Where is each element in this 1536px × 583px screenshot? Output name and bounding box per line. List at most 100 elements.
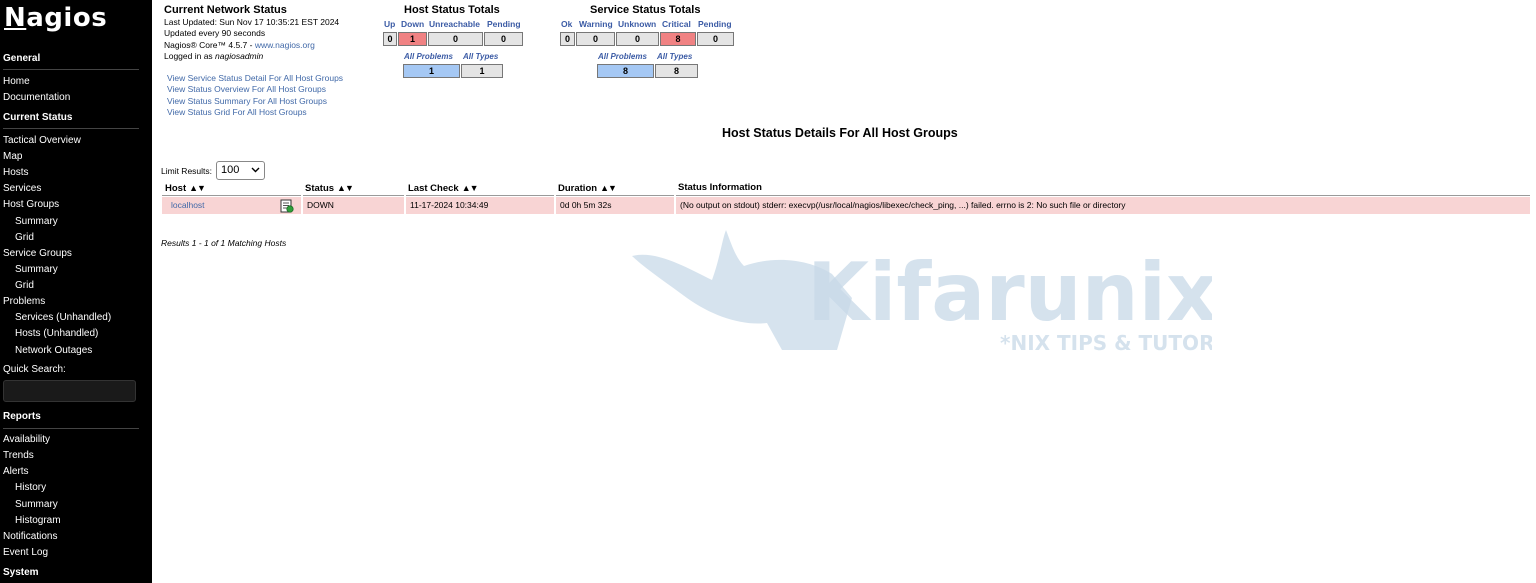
service-header-pending[interactable]: Pending: [698, 19, 732, 29]
nav-documentation[interactable]: Documentation: [3, 92, 70, 104]
link-status-summary[interactable]: View Status Summary For All Host Groups: [167, 96, 327, 108]
column-header-host: Host ▲▼: [165, 183, 206, 194]
host-header-down[interactable]: Down: [401, 19, 424, 29]
service-warning-count[interactable]: 0: [576, 32, 615, 46]
nagios-website-link[interactable]: www.nagios.org: [255, 40, 315, 50]
service-critical-count[interactable]: 8: [660, 32, 696, 46]
column-header-last-check: Last Check ▲▼: [408, 183, 479, 194]
page-title: Host Status Details For All Host Groups: [722, 126, 958, 140]
nav-service-groups[interactable]: Service Groups: [3, 248, 72, 260]
last-updated: Last Updated: Sun Nov 17 10:35:21 EST 20…: [164, 17, 340, 27]
limit-results-value: 100: [221, 164, 240, 176]
nav-notifications[interactable]: Notifications: [3, 531, 57, 543]
nav-host-groups[interactable]: Host Groups: [3, 199, 59, 211]
nav-services-unhandled[interactable]: Services (Unhandled): [15, 312, 111, 324]
nav-services[interactable]: Services: [3, 183, 41, 195]
nav-host-groups-grid[interactable]: Grid: [15, 232, 34, 244]
service-all-problems-label[interactable]: All Problems: [598, 52, 647, 61]
sort-arrows-icon[interactable]: ▲▼: [189, 183, 206, 193]
host-link[interactable]: localhost: [171, 200, 205, 210]
system-heading: System: [3, 567, 39, 578]
nav-network-outages[interactable]: Network Outages: [15, 345, 92, 357]
column-header-status: Status ▲▼: [305, 183, 354, 194]
service-header-unknown[interactable]: Unknown: [618, 19, 656, 29]
duration-cell: 0d 0h 5m 32s: [556, 197, 674, 214]
nav-hosts[interactable]: Hosts: [3, 167, 29, 179]
host-all-types-count[interactable]: 1: [461, 64, 503, 78]
host-all-problems-label[interactable]: All Problems: [404, 52, 453, 61]
nav-map[interactable]: Map: [3, 151, 22, 163]
sort-arrows-icon[interactable]: ▲▼: [600, 183, 617, 193]
nav-service-groups-summary[interactable]: Summary: [15, 264, 58, 276]
link-status-grid[interactable]: View Status Grid For All Host Groups: [167, 107, 307, 119]
service-header-warning[interactable]: Warning: [579, 19, 613, 29]
nav-hosts-unhandled[interactable]: Hosts (Unhandled): [15, 328, 98, 340]
service-header-ok[interactable]: Ok: [561, 19, 572, 29]
sort-arrows-icon[interactable]: ▲▼: [337, 183, 354, 193]
service-ok-count[interactable]: 0: [560, 32, 575, 46]
header-underline: [303, 195, 404, 196]
nagios-logo[interactable]: Nagios: [4, 3, 107, 33]
nav-home[interactable]: Home: [3, 76, 30, 88]
service-pending-count[interactable]: 0: [697, 32, 734, 46]
nav-alerts-history[interactable]: History: [15, 482, 46, 494]
nav-availability[interactable]: Availability: [3, 434, 50, 446]
host-header-pending[interactable]: Pending: [487, 19, 521, 29]
general-heading: General: [3, 53, 41, 64]
service-totals-title: Service Status Totals: [590, 4, 701, 16]
nav-trends[interactable]: Trends: [3, 450, 34, 462]
host-pending-count[interactable]: 0: [484, 32, 523, 46]
header-underline: [162, 195, 301, 196]
logged-in-text: Logged in as: [164, 51, 216, 61]
link-status-overview[interactable]: View Status Overview For All Host Groups: [167, 84, 326, 96]
chevron-down-icon: [251, 167, 260, 173]
logged-in-line: Logged in as nagiosadmin: [164, 51, 263, 63]
nav-host-groups-summary[interactable]: Summary: [15, 216, 58, 228]
results-count: Results 1 - 1 of 1 Matching Hosts: [161, 238, 287, 248]
rhino-silhouette-icon: [632, 230, 852, 350]
update-interval: Updated every 90 seconds: [164, 28, 266, 38]
host-totals-title: Host Status Totals: [404, 4, 500, 16]
limit-results-label: Limit Results:: [161, 166, 213, 176]
nav-tactical-overview[interactable]: Tactical Overview: [3, 135, 81, 147]
service-header-critical[interactable]: Critical: [662, 19, 691, 29]
limit-results-select[interactable]: 100: [216, 161, 265, 180]
host-extended-info-icon[interactable]: [280, 199, 294, 213]
divider: [3, 69, 139, 70]
service-all-problems-count[interactable]: 8: [597, 64, 654, 78]
kifarunix-watermark: Kifarunix *NIX TIPS & TUTORIALS: [632, 230, 1212, 355]
watermark-tagline: *NIX TIPS & TUTORIALS: [1000, 331, 1212, 355]
current-status-heading: Current Status: [3, 112, 73, 123]
sort-arrows-icon[interactable]: ▲▼: [462, 183, 479, 193]
header-underline: [406, 195, 554, 196]
nav-alerts-summary[interactable]: Summary: [15, 499, 58, 511]
nav-alerts-histogram[interactable]: Histogram: [15, 515, 61, 527]
nav-event-log[interactable]: Event Log: [3, 547, 48, 559]
status-information-cell: (No output on stdout) stderr: execvp(/us…: [676, 197, 1530, 214]
host-all-types-label[interactable]: All Types: [463, 52, 498, 61]
host-unreachable-count[interactable]: 0: [428, 32, 483, 46]
divider: [3, 128, 139, 129]
logged-in-user: nagiosadmin: [215, 51, 264, 61]
nav-problems[interactable]: Problems: [3, 296, 45, 308]
network-status-title: Current Network Status: [164, 4, 287, 16]
host-all-problems-count[interactable]: 1: [403, 64, 460, 78]
sidebar: Nagios General Home Documentation Curren…: [0, 0, 152, 583]
quick-search-label: Quick Search:: [3, 364, 66, 375]
link-service-status-detail[interactable]: View Service Status Detail For All Host …: [167, 73, 343, 85]
divider: [3, 428, 139, 429]
service-all-types-label[interactable]: All Types: [657, 52, 692, 61]
host-up-count[interactable]: 0: [383, 32, 397, 46]
nav-alerts[interactable]: Alerts: [3, 466, 29, 478]
version-text: Nagios® Core™ 4.5.7 -: [164, 40, 255, 50]
nav-service-groups-grid[interactable]: Grid: [15, 280, 34, 292]
header-underline: [556, 195, 674, 196]
service-all-types-count[interactable]: 8: [655, 64, 698, 78]
host-header-unreachable[interactable]: Unreachable: [429, 19, 480, 29]
last-check-cell: 11-17-2024 10:34:49: [406, 197, 554, 214]
service-unknown-count[interactable]: 0: [616, 32, 659, 46]
host-down-count[interactable]: 1: [398, 32, 427, 46]
quick-search-input[interactable]: [3, 380, 136, 402]
host-header-up[interactable]: Up: [384, 19, 395, 29]
reports-heading: Reports: [3, 411, 41, 422]
